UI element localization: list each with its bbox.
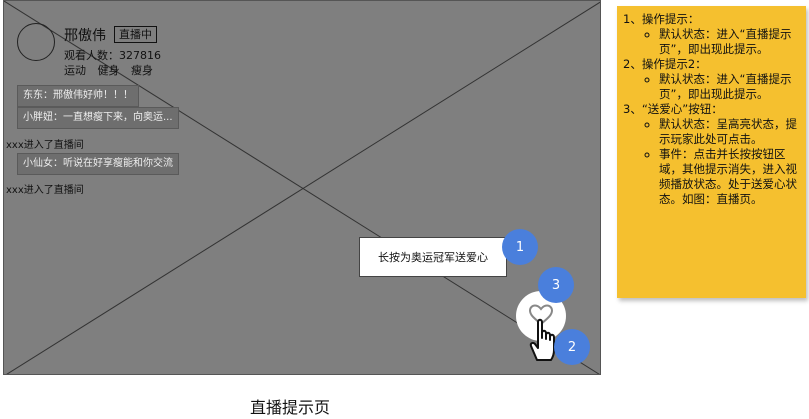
note-item: 默认状态：呈高亮状态，提示玩家此处可点击。 — [659, 117, 800, 147]
chat-system-message: xxx进入了直播间 — [6, 185, 84, 196]
note-title: 3、“送爱心”按钮： — [623, 102, 723, 116]
annotation-badge: 2 — [554, 329, 590, 365]
note-section: 3、“送爱心”按钮： 默认状态：呈高亮状态，提示玩家此处可点击。 事件：点击并长… — [623, 102, 800, 207]
viewer-count: 观看人数：327816 — [64, 49, 161, 62]
live-video-placeholder: 邢傲伟 直播中 观看人数：327816 运动 健身 瘦身 东东：邢傲伟好帅！！！… — [3, 0, 601, 375]
note-section: 2、操作提示2： 默认状态：进入“直播提示页”，即出现此提示。 — [623, 57, 800, 102]
tag[interactable]: 健身 — [98, 64, 120, 77]
chat-message: 小胖妞：一直想瘦下来，向奥运... — [17, 107, 179, 129]
note-item: 默认状态：进入“直播提示页”，即出现此提示。 — [659, 72, 800, 102]
chat-system-message: xxx进入了直播间 — [6, 140, 84, 151]
annotation-badge: 3 — [538, 267, 574, 303]
live-status-badge: 直播中 — [114, 26, 157, 43]
note-title: 1、操作提示： — [623, 12, 700, 26]
note-item: 默认状态：进入“直播提示页”，即出现此提示。 — [659, 27, 800, 57]
chat-message: 小仙女：听说在好享瘦能和你交流 — [17, 153, 179, 175]
note-title: 2、操作提示2： — [623, 57, 707, 71]
long-press-tip: 长按为奥运冠军送爱心 — [359, 237, 507, 277]
annotation-note: 1、操作提示： 默认状态：进入“直播提示页”，即出现此提示。 2、操作提示2： … — [617, 6, 806, 298]
tag[interactable]: 瘦身 — [131, 64, 153, 77]
note-item: 事件：点击并长按按钮区域，其他提示消失，进入视频播放状态。处于送爱心状态。如图：… — [659, 147, 800, 207]
host-name: 邢傲伟 — [64, 28, 106, 44]
page-caption: 直播提示页 — [250, 398, 331, 417]
tag[interactable]: 运动 — [64, 64, 86, 77]
chat-message: 东东：邢傲伟好帅！！！ — [17, 85, 139, 107]
host-tags: 运动 健身 瘦身 — [64, 62, 161, 78]
annotation-badge: 1 — [502, 229, 538, 265]
note-section: 1、操作提示： 默认状态：进入“直播提示页”，即出现此提示。 — [623, 12, 800, 57]
avatar[interactable] — [17, 23, 55, 61]
